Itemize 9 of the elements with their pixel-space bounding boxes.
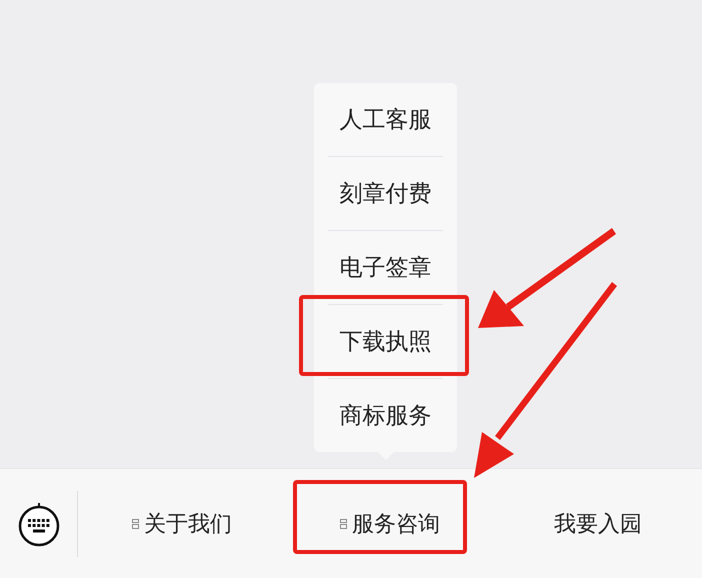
- menu-item[interactable]: 下载执照: [328, 305, 443, 379]
- menu-item[interactable]: 电子签章: [328, 231, 443, 305]
- menu-item[interactable]: 人工客服: [328, 83, 443, 157]
- menu-button[interactable]: 服务咨询: [286, 469, 494, 578]
- menu-button[interactable]: 我要入园: [494, 469, 702, 578]
- menu-item[interactable]: 商标服务: [328, 379, 443, 452]
- keyboard-icon[interactable]: [18, 500, 60, 546]
- menu-button[interactable]: 关于我们: [78, 469, 286, 578]
- menu-item[interactable]: 刻章付费: [328, 157, 443, 231]
